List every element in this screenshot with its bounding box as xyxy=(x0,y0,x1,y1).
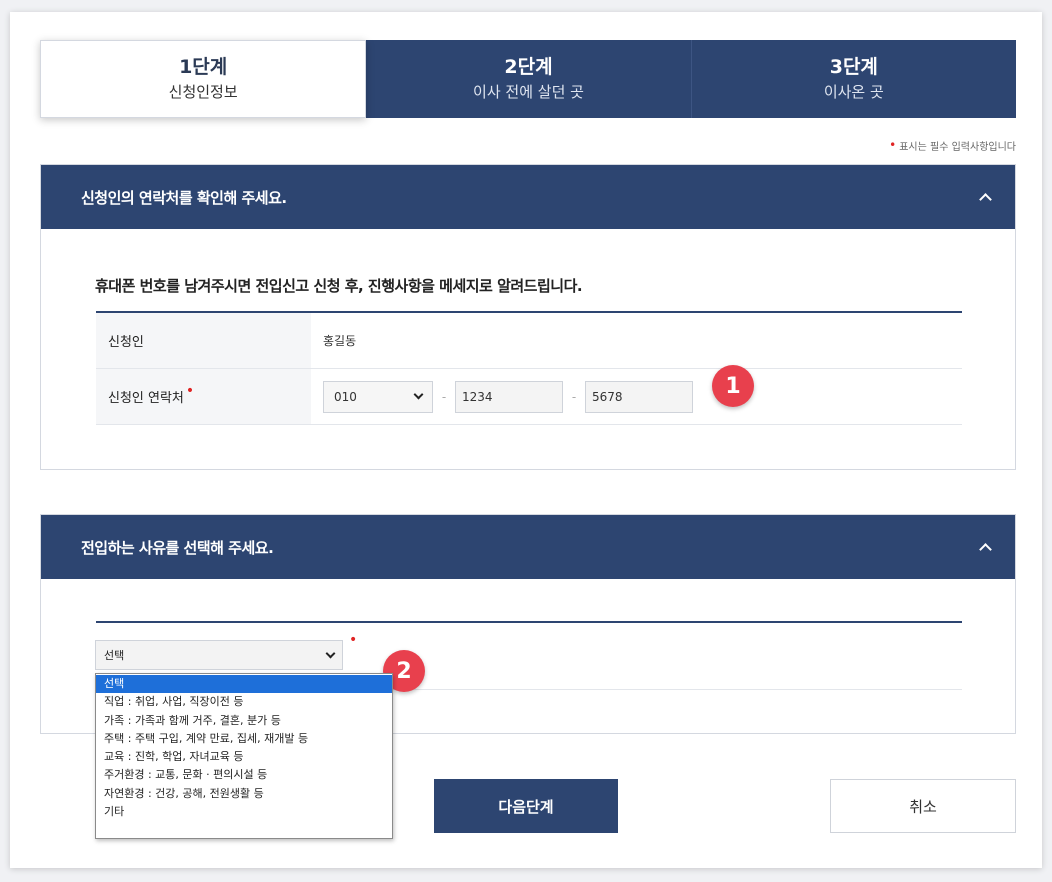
cancel-button[interactable]: 취소 xyxy=(830,779,1016,833)
phone-last-input[interactable]: 5678 xyxy=(585,380,693,413)
contact-label: 신청인 연락처 xyxy=(108,391,184,406)
reason-section-title: 전입하는 사유를 선택해 주세요. xyxy=(81,538,274,557)
reason-option[interactable]: 주거환경 : 교통, 문화 · 편의시설 등 xyxy=(96,766,392,784)
reason-select-value: 선택 xyxy=(104,649,125,662)
step-1-number: 1단계 xyxy=(179,56,228,78)
required-marker-icon: • xyxy=(349,632,358,648)
reason-option[interactable]: 자연환경 : 건강, 공해, 전원생활 등 xyxy=(96,785,392,803)
reason-option[interactable]: 직업 : 취업, 사업, 직장이전 등 xyxy=(96,693,392,711)
reason-option[interactable]: 가족 : 가족과 함께 거주, 결혼, 분가 등 xyxy=(96,712,392,730)
phone-prefix-value: 010 xyxy=(334,389,357,404)
contact-intro: 휴대폰 번호를 남겨주시면 전입신고 신청 후, 진행사항을 메세지로 알려드립… xyxy=(95,277,583,295)
chevron-up-icon[interactable] xyxy=(977,189,993,205)
callout-badge-1: 1 xyxy=(712,365,754,407)
step-3-label: 이사온 곳 xyxy=(823,83,884,101)
step-1[interactable]: 1단계 신청인정보 xyxy=(40,40,367,118)
reason-option[interactable]: 교육 : 진학, 학업, 자녀교육 등 xyxy=(96,748,392,766)
reason-dropdown-list[interactable]: 선택 직업 : 취업, 사업, 직장이전 등 가족 : 가족과 함께 거주, 결… xyxy=(95,673,393,839)
reason-section-header[interactable]: 전입하는 사유를 선택해 주세요. xyxy=(41,515,1015,579)
step-3-number: 3단계 xyxy=(829,56,878,78)
reason-select[interactable]: 선택 xyxy=(95,640,343,670)
step-2[interactable]: 2단계 이사 전에 살던 곳 xyxy=(366,40,692,118)
step-1-label: 신청인정보 xyxy=(168,83,238,101)
contact-section-title: 신청인의 연락처를 확인해 주세요. xyxy=(81,188,287,207)
step-3[interactable]: 3단계 이사온 곳 xyxy=(691,40,1016,118)
reason-option[interactable]: 기타 xyxy=(96,803,392,821)
reason-option[interactable]: 선택 xyxy=(96,675,392,694)
divider xyxy=(96,621,962,623)
chevron-down-icon xyxy=(325,648,336,658)
required-marker-icon: • xyxy=(185,382,195,399)
next-step-button[interactable]: 다음단계 xyxy=(434,779,618,833)
phone-separator: - xyxy=(441,389,447,404)
reason-option[interactable]: 주택 : 주택 구입, 계약 만료, 집세, 재개발 등 xyxy=(96,730,392,748)
contact-table: 신청인 홍길동 신청인 연락처 • 010 - 1234 - 5678 xyxy=(96,311,962,425)
phone-fields: 010 - 1234 - 5678 xyxy=(311,380,693,413)
contact-label-cell: 신청인 연락처 • xyxy=(96,369,311,424)
step-2-label: 이사 전에 살던 곳 xyxy=(473,83,584,101)
phone-prefix-select[interactable]: 010 xyxy=(323,380,433,413)
required-note: • 표시는 필수 입력사항입니다 xyxy=(889,138,1016,153)
step-indicator: 1단계 신청인정보 2단계 이사 전에 살던 곳 3단계 이사온 곳 xyxy=(40,40,1016,118)
applicant-name: 홍길동 xyxy=(323,334,357,348)
phone-middle-input[interactable]: 1234 xyxy=(455,380,563,413)
required-marker-icon: • xyxy=(889,138,897,152)
table-row: 신청인 연락처 • 010 - 1234 - 5678 xyxy=(96,369,962,425)
contact-section: 신청인의 연락처를 확인해 주세요. 휴대폰 번호를 남겨주시면 전입신고 신청… xyxy=(40,164,1016,470)
table-row: 신청인 홍길동 xyxy=(96,313,962,369)
chevron-up-icon[interactable] xyxy=(977,539,993,555)
chevron-down-icon xyxy=(413,389,424,400)
step-2-number: 2단계 xyxy=(504,56,553,78)
required-note-text: 표시는 필수 입력사항입니다 xyxy=(899,142,1016,153)
contact-section-header[interactable]: 신청인의 연락처를 확인해 주세요. xyxy=(41,165,1015,229)
phone-separator: - xyxy=(571,389,577,404)
applicant-label: 신청인 xyxy=(96,313,311,368)
